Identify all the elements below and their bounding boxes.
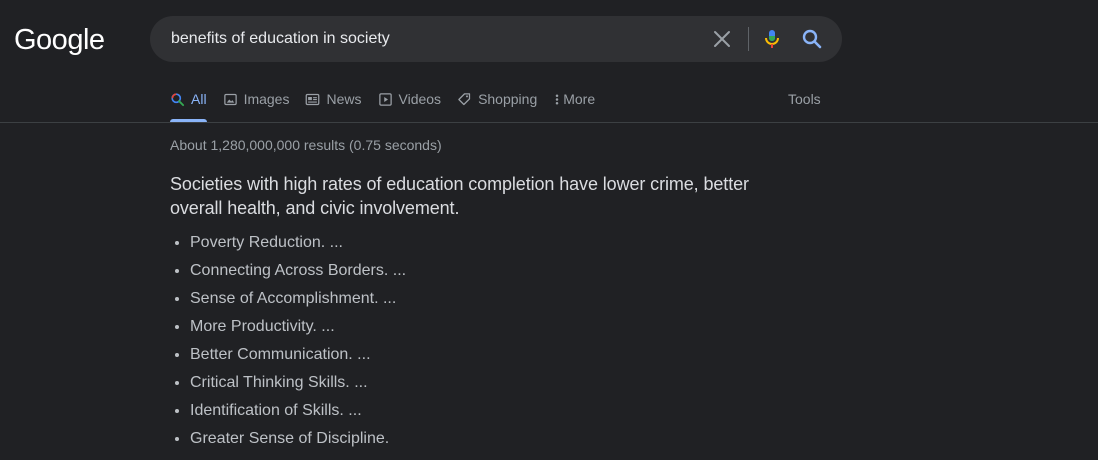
result-stats: About 1,280,000,000 results (0.75 second… (170, 137, 442, 153)
list-item: Poverty Reduction. ... (190, 229, 406, 257)
search-results-page: Google benefits of education in society … (0, 0, 1098, 460)
google-logo[interactable]: Google (14, 22, 105, 58)
tab-more[interactable]: More (553, 84, 595, 114)
tab-all[interactable]: All (170, 84, 207, 122)
news-icon (306, 93, 320, 105)
tab-label: Images (243, 91, 290, 107)
list-item: Sense of Accomplishment. ... (190, 285, 406, 313)
featured-snippet-heading: Societies with high rates of education c… (170, 174, 749, 218)
tab-label: More (563, 91, 596, 107)
list-item: Greater Sense of Discipline. (190, 425, 406, 453)
list-item: Better Communication. ... (190, 341, 406, 369)
list-item: Connecting Across Borders. ... (190, 257, 406, 285)
list-item: Identification of Skills. ... (190, 397, 406, 425)
image-icon (223, 93, 237, 105)
tab-images[interactable]: Images (223, 84, 290, 114)
tab-label: News (326, 91, 362, 107)
search-box[interactable]: benefits of education in society (150, 16, 842, 62)
close-icon[interactable] (710, 27, 734, 51)
search-input[interactable]: benefits of education in society (171, 16, 390, 62)
tools-button[interactable]: Tools (788, 84, 821, 114)
tab-label: All (191, 91, 207, 107)
microphone-icon[interactable] (760, 27, 784, 51)
featured-snippet-list: Poverty Reduction. ... Connecting Across… (170, 229, 406, 453)
search-divider (748, 27, 749, 51)
search-tabs: All Images News Videos Shopping More (170, 84, 611, 122)
more-vert-icon (555, 94, 559, 104)
tabs-divider (0, 122, 1098, 123)
tab-label: Videos (398, 91, 442, 107)
tab-shopping[interactable]: Shopping (457, 84, 537, 114)
list-item: More Productivity. ... (190, 313, 406, 341)
tab-news[interactable]: News (305, 84, 362, 114)
list-item: Critical Thinking Skills. ... (190, 369, 406, 397)
search-icon[interactable] (800, 27, 824, 51)
tab-videos[interactable]: Videos (378, 84, 442, 114)
search-icon (171, 92, 185, 106)
tag-icon (458, 92, 471, 105)
tab-label: Shopping (478, 91, 538, 107)
video-icon (378, 92, 392, 106)
